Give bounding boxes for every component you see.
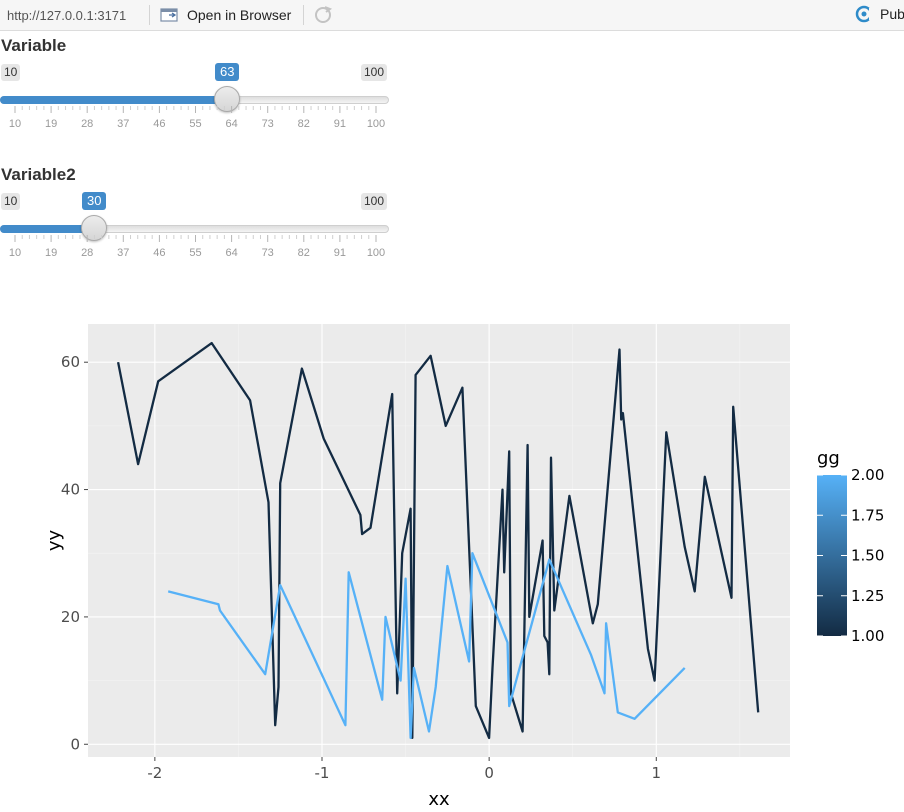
slider-tick-label: 46 [153, 118, 165, 128]
legend-title: gg [817, 448, 840, 469]
url-label: http://127.0.0.1:3171 [7, 8, 127, 23]
slider-label: Variable2 [1, 165, 76, 184]
open-in-browser-icon [160, 8, 178, 22]
y-tick-label: 0 [70, 735, 80, 753]
slider-min-label: 10 [1, 64, 21, 81]
slider-max-label: 100 [361, 193, 388, 210]
slider-ticks: 10 19 28 37 46 55 64 73 82 91 100 [9, 235, 385, 257]
slider-tick-label: 64 [225, 118, 237, 128]
y-tick-label: 60 [61, 353, 80, 371]
slider-tick-label: 73 [262, 247, 274, 257]
slider-variable2: Variable2 10 100 30 10 19 28 37 46 55 64 73 82 91… [0, 159, 400, 269]
legend-tick-label: 1.50 [851, 547, 884, 565]
publish-button[interactable]: Pub [854, 5, 904, 23]
x-tick-label: 1 [652, 764, 662, 782]
legend-tick-label: 2.00 [851, 466, 884, 484]
slider-fill [0, 96, 228, 104]
toolbar-divider [303, 5, 304, 25]
slider-variable: Variable 10 100 63 10 19 28 37 46 55 64 73 82 91 1… [0, 30, 400, 140]
slider-tick-label: 10 [9, 247, 21, 257]
legend-tick-label: 1.75 [851, 506, 884, 524]
slider-ticks: 10 19 28 37 46 55 64 73 82 91 100 [9, 106, 385, 128]
slider-tick-label: 46 [153, 247, 165, 257]
slider-min-label: 10 [1, 193, 21, 210]
x-tick-label: 0 [484, 764, 494, 782]
slider-label: Variable [1, 36, 67, 55]
slider-tick-label: 10 [9, 118, 21, 128]
y-axis-title: yy [44, 530, 65, 552]
slider-max-label: 100 [361, 64, 388, 81]
slider-tick-label: 37 [117, 247, 129, 257]
slider-tick-label: 19 [45, 118, 57, 128]
slider-tick-label: 100 [367, 247, 385, 257]
x-axis-title: xx [428, 789, 450, 810]
open-in-browser-button[interactable]: Open in Browser [160, 4, 291, 26]
toolbar-divider [149, 5, 150, 25]
legend-tick-label: 1.25 [851, 587, 884, 605]
slider-tick-label: 55 [189, 247, 201, 257]
slider-value-label: 63 [215, 63, 240, 81]
y-tick-label: 40 [61, 481, 80, 499]
slider-tick-label: 73 [262, 118, 274, 128]
slider-tick-label: 28 [81, 247, 93, 257]
legend-tick-label: 1.00 [851, 627, 884, 645]
slider-tick-label: 82 [298, 247, 310, 257]
x-tick-label: -2 [147, 764, 162, 782]
slider-tick-label: 82 [298, 118, 310, 128]
slider-tick-label: 91 [334, 118, 346, 128]
line-plot: -2 -1 0 10204060xxyygg2.001.751.501.251.00 [44, 324, 884, 810]
x-tick-label: -1 [315, 764, 330, 782]
slider-tick-label: 55 [189, 118, 201, 128]
refresh-icon[interactable] [312, 5, 334, 25]
slider-tick-label: 64 [225, 247, 237, 257]
publish-label: Pub [880, 6, 904, 22]
open-in-browser-label: Open in Browser [187, 7, 292, 23]
slider-fill [0, 225, 94, 233]
slider-tick-label: 100 [367, 118, 385, 128]
slider-value-label: 30 [82, 192, 107, 210]
slider-tick-label: 91 [334, 247, 346, 257]
y-tick-label: 20 [61, 608, 80, 626]
publish-icon [855, 5, 874, 23]
viewer-toolbar: http://127.0.0.1:3171 Open in Browser Pu… [0, 0, 904, 31]
slider-tick-label: 19 [45, 247, 57, 257]
slider-tick-label: 37 [117, 118, 129, 128]
slider-tick-label: 28 [81, 118, 93, 128]
